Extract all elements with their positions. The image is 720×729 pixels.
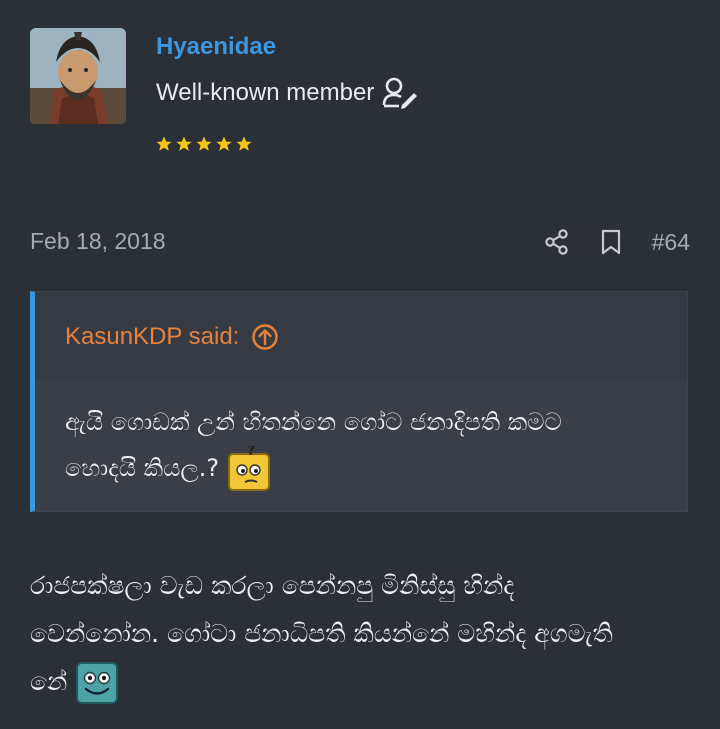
quote-header: KasunKDP said: — [35, 292, 687, 381]
star-icon — [176, 136, 192, 151]
star-icon — [216, 136, 232, 151]
svg-text:?: ? — [247, 446, 255, 459]
user-title-text: Well-known member — [156, 79, 375, 106]
post-message: රාජපක්ෂලා වැඩ කරලා පෙන්නපු මිනිස්සු හින්… — [30, 562, 680, 706]
smile-smilie-icon — [76, 662, 119, 704]
post-actions: #64 — [544, 228, 690, 256]
quote-content: ඇයි ගොඩක් උන් හිතන්නෙ ගෝට ජනාදිපති කමට හ… — [35, 381, 687, 511]
jump-to-quote-icon[interactable] — [251, 323, 279, 351]
username-link[interactable]: Hyaenidae — [156, 33, 276, 61]
star-icon — [156, 136, 172, 151]
message-line-2: වෙන්නෝන. ගෝටා ජනාධිපති කියන්නේ මහින්ද අග… — [30, 619, 613, 648]
confused-smilie-icon: ? — [227, 446, 270, 491]
share-icon[interactable] — [544, 228, 570, 256]
avatar-portrait-image — [30, 28, 126, 124]
message-line-1: රාජපක්ෂලා වැඩ කරලා පෙන්නපු මිනිස්සු හින්… — [30, 571, 515, 600]
user-avatar[interactable] — [30, 28, 126, 124]
member-rating-stars — [156, 136, 252, 152]
user-edit-icon[interactable] — [382, 75, 420, 111]
quote-line-1: ඇයි ගොඩක් උන් හිතන්නෙ ගෝට ජනාදිපති කමට — [65, 408, 562, 436]
post-number-link[interactable]: #64 — [652, 229, 690, 256]
quote-block: KasunKDP said: ඇයි ගොඩක් උන් හිතන්නෙ ගෝට… — [30, 291, 688, 512]
star-icon — [196, 136, 212, 151]
post-date-link[interactable]: Feb 18, 2018 — [30, 228, 166, 255]
quote-line-2: හොදයි කියල.? — [65, 454, 220, 482]
user-title: Well-known member — [156, 75, 420, 111]
message-line-3: නේ — [30, 667, 68, 696]
bookmark-icon[interactable] — [598, 228, 624, 256]
quote-author[interactable]: KasunKDP said: — [65, 323, 239, 351]
message-line-3-wrap: නේ — [30, 658, 680, 706]
star-icon — [236, 136, 252, 151]
quote-line-2-wrap: හොදයි කියල.? ? — [65, 445, 657, 492]
